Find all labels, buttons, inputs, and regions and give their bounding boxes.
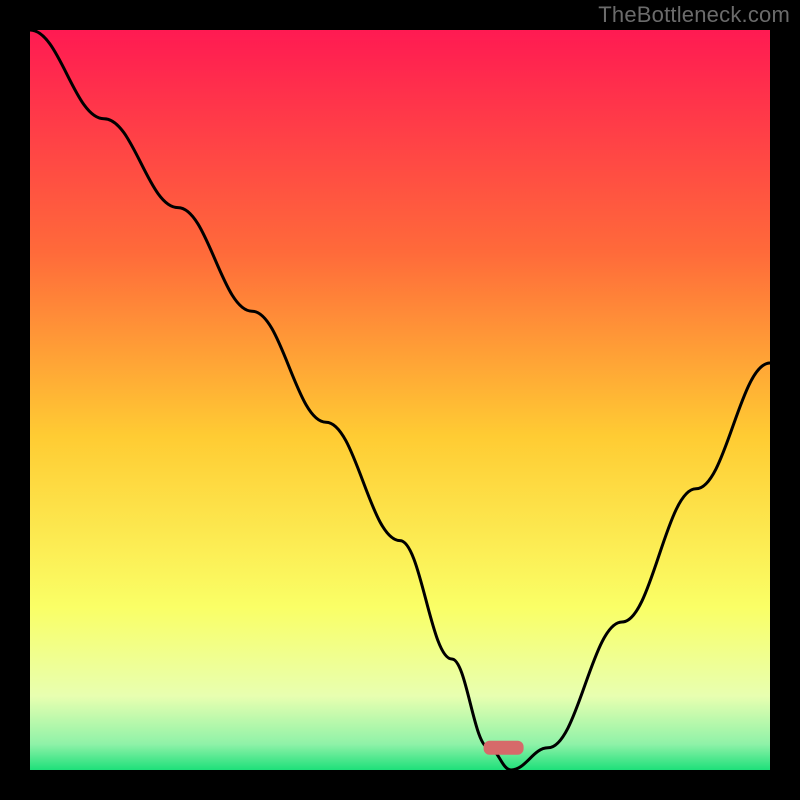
optimal-marker [484,741,524,755]
watermark-label: TheBottleneck.com [598,2,790,28]
chart-container: TheBottleneck.com [0,0,800,800]
chart-background [30,30,770,770]
bottleneck-chart [30,30,770,770]
